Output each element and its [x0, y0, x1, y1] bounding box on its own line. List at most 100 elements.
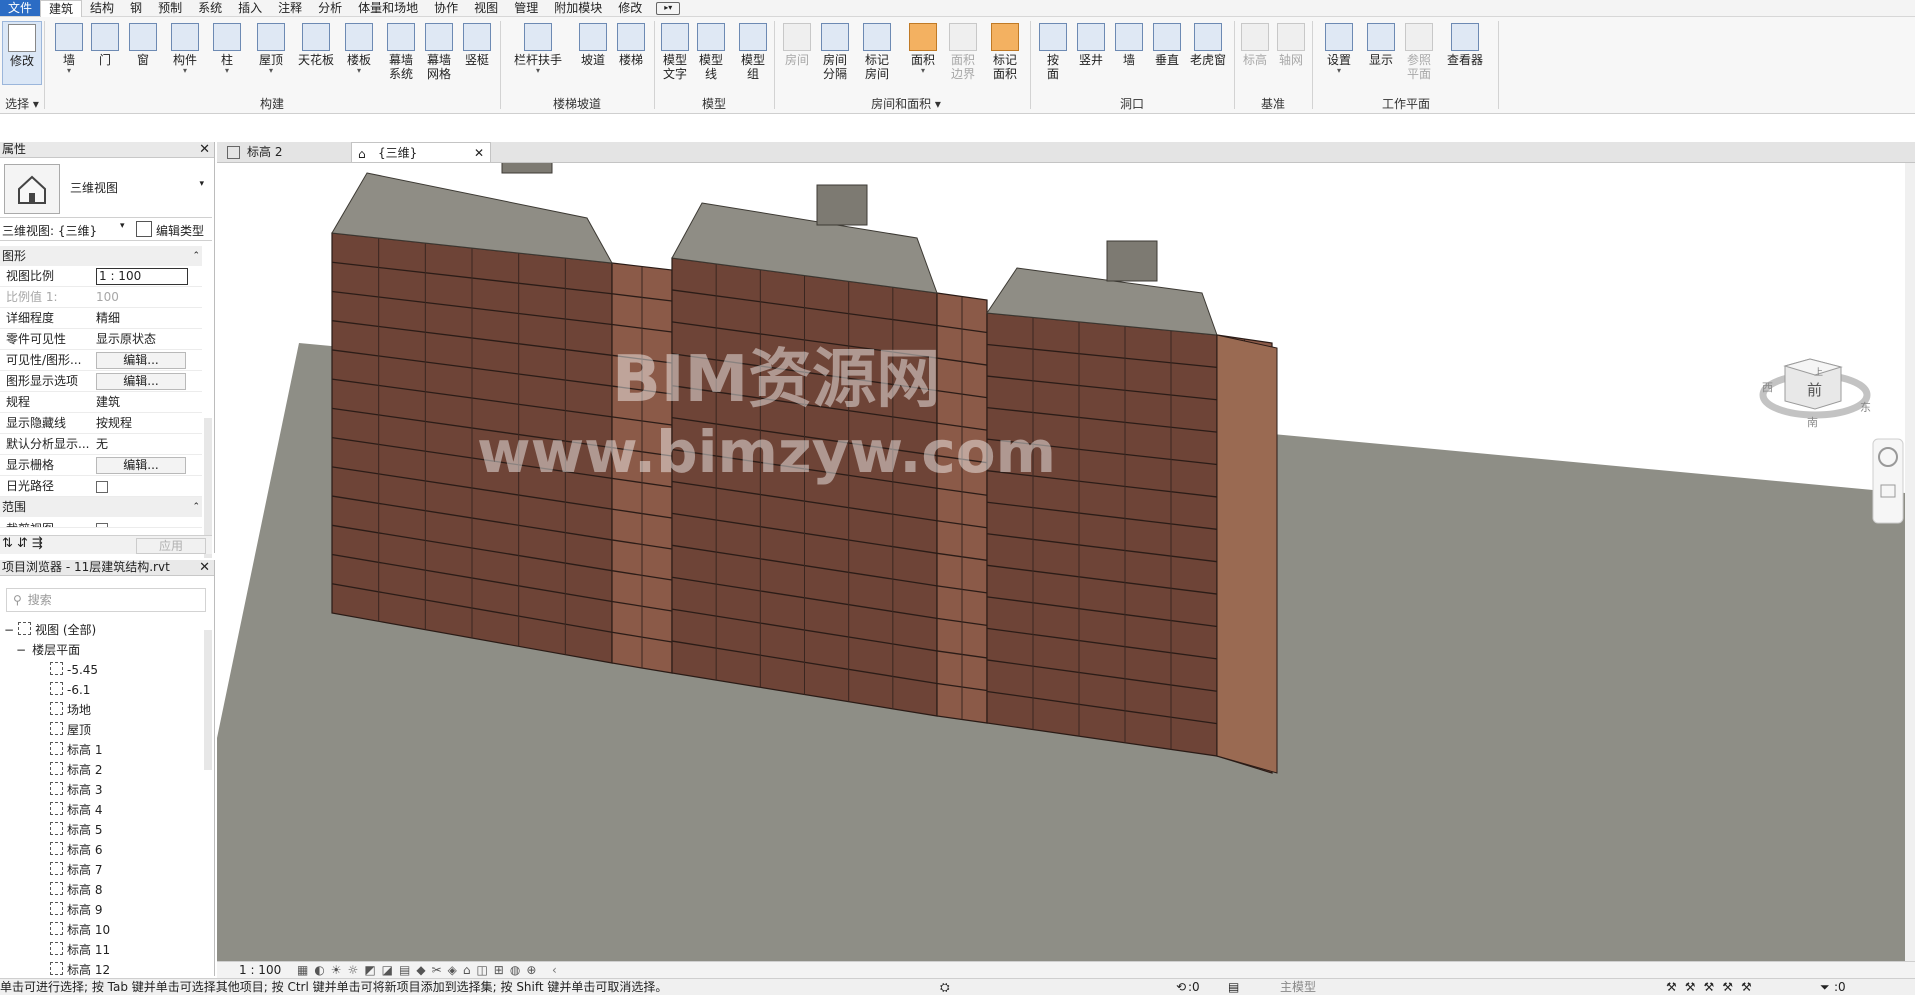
tab-collaborate[interactable]: 协作: [426, 0, 466, 16]
tab-manage[interactable]: 管理: [506, 0, 546, 16]
show-workplane-button[interactable]: 显示: [1362, 21, 1400, 67]
tree-item-floor-plan[interactable]: 标高 4: [0, 800, 200, 820]
view-control-icons[interactable]: ▦◐☀☼◩◪▤◆✂◈⌂◫⊞◍⊕: [297, 962, 542, 979]
prop-value[interactable]: 按规程: [92, 413, 202, 433]
select-dropdown[interactable]: 选择 ▾: [0, 95, 44, 112]
filter-icon[interactable]: ⇅ ⇵ ⇶: [2, 536, 43, 551]
ribbon-toggle-dropdown[interactable]: ▸▾: [656, 1, 681, 15]
mullion-button[interactable]: 竖梃: [458, 21, 496, 67]
grid-display-edit-button[interactable]: 编辑...: [96, 457, 186, 474]
room-button[interactable]: 房间: [778, 21, 816, 67]
area-boundary-button[interactable]: 面积 边界: [944, 21, 982, 81]
tree-item-floor-plan[interactable]: 标高 7: [0, 860, 200, 880]
curtain-grid-button[interactable]: 幕墙 网格: [420, 21, 458, 81]
prop-value[interactable]: 精细: [92, 308, 202, 328]
tag-room-button[interactable]: 标记 房间: [858, 21, 896, 81]
dormer-button[interactable]: 老虎窗: [1186, 21, 1230, 67]
tree-item-floor-plan[interactable]: 标高 3: [0, 780, 200, 800]
component-button[interactable]: 构件 ▾: [166, 21, 204, 75]
wall-button[interactable]: 墙 ▾: [50, 21, 88, 75]
stair-button[interactable]: 楼梯: [612, 21, 650, 67]
tab-massing[interactable]: 体量和场地: [350, 0, 426, 16]
prop-value[interactable]: 显示原状态: [92, 329, 202, 349]
tree-floor-plans[interactable]: − 楼层平面: [0, 640, 200, 660]
compass-west-label[interactable]: 西: [1762, 381, 1773, 394]
edit-type-button[interactable]: 编辑类型: [156, 222, 204, 239]
opening-by-face-button[interactable]: 按面: [1034, 21, 1072, 81]
tree-item-floor-plan[interactable]: -6.1: [0, 680, 200, 700]
tag-area-button[interactable]: 标记 面积: [986, 21, 1024, 81]
view-scale-control[interactable]: 1 : 100: [239, 962, 281, 979]
tree-item-floor-plan[interactable]: 标高 10: [0, 920, 200, 940]
tab-modify[interactable]: 修改: [610, 0, 650, 16]
type-selector[interactable]: 三维视图 ▾: [0, 159, 212, 218]
ref-plane-button[interactable]: 参照 平面: [1400, 21, 1438, 81]
tree-item-floor-plan[interactable]: 屋顶: [0, 720, 200, 740]
ceiling-button[interactable]: 天花板: [296, 21, 336, 67]
filter-icon[interactable]: ⏷: [1820, 979, 1830, 995]
view-scale-field[interactable]: 1 : 100: [92, 266, 202, 286]
wall-opening-button[interactable]: 墙: [1110, 21, 1148, 67]
tab-precast[interactable]: 预制: [150, 0, 190, 16]
tab-analyze[interactable]: 分析: [310, 0, 350, 16]
selection-filter-icons[interactable]: ⚒⚒⚒⚒⚒: [1666, 979, 1760, 995]
curtain-system-button[interactable]: 幕墙 系统: [382, 21, 420, 81]
crop-view-checkbox[interactable]: [96, 523, 108, 527]
window-button[interactable]: 窗: [124, 21, 162, 67]
compass-east-label[interactable]: 东: [1860, 401, 1871, 414]
prop-value[interactable]: 无: [92, 434, 202, 454]
model-text-button[interactable]: 模型 文字: [656, 21, 694, 81]
chevron-down-icon[interactable]: ▾: [120, 221, 125, 231]
tree-item-floor-plan[interactable]: 标高 9: [0, 900, 200, 920]
area-button[interactable]: 面积 ▾: [904, 21, 942, 75]
tree-item-floor-plan[interactable]: 标高 6: [0, 840, 200, 860]
tab-systems[interactable]: 系统: [190, 0, 230, 16]
modify-button[interactable]: 修改: [2, 21, 42, 85]
tab-addins[interactable]: 附加模块: [546, 0, 610, 16]
column-button[interactable]: 柱 ▾: [208, 21, 246, 75]
browser-scrollbar[interactable]: [204, 630, 212, 770]
apply-button[interactable]: 应用: [136, 538, 206, 554]
navigation-bar[interactable]: [1872, 438, 1904, 524]
ramp-button[interactable]: 坡道: [574, 21, 612, 67]
active-model[interactable]: 主模型: [1280, 979, 1316, 995]
roof-button[interactable]: 屋顶 ▾: [252, 21, 290, 75]
floor-button[interactable]: 楼板 ▾: [340, 21, 378, 75]
room-area-group-dropdown[interactable]: 房间和面积 ▾: [776, 95, 1036, 112]
set-workplane-button[interactable]: 设置 ▾: [1320, 21, 1358, 75]
tree-item-floor-plan[interactable]: 场地: [0, 700, 200, 720]
search-input[interactable]: ⚲ 搜索: [6, 588, 206, 612]
tree-item-floor-plan[interactable]: 标高 1: [0, 740, 200, 760]
scroll-left-icon[interactable]: ‹: [552, 962, 557, 979]
tree-item-floor-plan[interactable]: -5.45: [0, 660, 200, 680]
close-icon[interactable]: ✕: [199, 142, 210, 157]
viewcube-top-label[interactable]: 上: [1814, 367, 1823, 378]
tab-file[interactable]: 文件: [0, 0, 41, 16]
close-icon[interactable]: ✕: [199, 560, 210, 575]
instance-selector[interactable]: 三维视图: {三维}: [2, 222, 97, 239]
tab-insert[interactable]: 插入: [230, 0, 270, 16]
model-line-button[interactable]: 模型线: [692, 21, 730, 81]
section-graphics[interactable]: 图形 ⌃: [0, 246, 202, 266]
viewer-button[interactable]: 查看器: [1440, 21, 1490, 67]
viewcube[interactable]: 前 上 西 东 南: [1759, 358, 1871, 429]
vertical-opening-button[interactable]: 垂直: [1148, 21, 1186, 67]
graphic-display-edit-button[interactable]: 编辑...: [96, 373, 186, 390]
room-separator-button[interactable]: 房间 分隔: [816, 21, 854, 81]
worksets-icon[interactable]: ⛭: [940, 979, 950, 995]
tree-item-floor-plan[interactable]: 标高 8: [0, 880, 200, 900]
level-button[interactable]: 标高: [1236, 21, 1274, 67]
tab-view[interactable]: 视图: [466, 0, 506, 16]
tree-root[interactable]: − 视图 (全部): [0, 620, 200, 640]
tree-item-floor-plan[interactable]: 标高 12: [0, 960, 200, 980]
railing-button[interactable]: 栏杆扶手 ▾: [510, 21, 566, 75]
tab-architecture[interactable]: 建筑: [40, 0, 83, 17]
model-group-button[interactable]: 模型组: [734, 21, 772, 81]
door-button[interactable]: 门: [86, 21, 124, 67]
canvas-scrollbar[interactable]: [1905, 163, 1915, 961]
tab-annotate[interactable]: 注释: [270, 0, 310, 16]
viewcube-front-label[interactable]: 前: [1807, 381, 1822, 399]
shaft-button[interactable]: 竖井: [1072, 21, 1110, 67]
tree-item-floor-plan[interactable]: 标高 2: [0, 760, 200, 780]
design-options-icon[interactable]: ⟲: [1176, 979, 1186, 995]
